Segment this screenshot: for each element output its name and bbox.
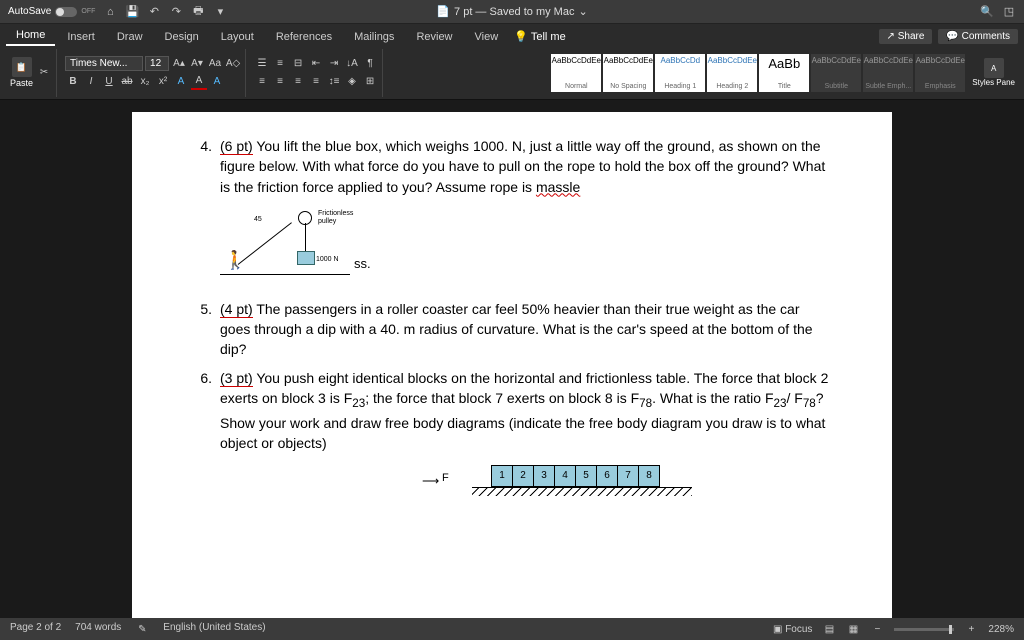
tab-layout[interactable]: Layout (211, 27, 264, 46)
share-button[interactable]: ↗ Share (879, 29, 933, 44)
clear-format-icon[interactable]: A◇ (225, 56, 241, 72)
paste-label: Paste (10, 78, 33, 88)
align-right-button[interactable]: ≡ (290, 74, 306, 90)
redo-icon[interactable]: ↷ (169, 5, 183, 19)
sort-button[interactable]: ↓A (344, 56, 360, 72)
numbering-button[interactable]: ≡ (272, 56, 288, 72)
decrease-indent-button[interactable]: ⇤ (308, 56, 324, 72)
save-icon[interactable]: 💾 (125, 5, 139, 19)
font-color-button[interactable]: A (191, 74, 207, 90)
text-effects-button[interactable]: A (209, 74, 225, 90)
status-words[interactable]: 704 words (75, 622, 121, 636)
justify-button[interactable]: ≡ (308, 74, 324, 90)
autosave-toggle[interactable] (55, 7, 77, 17)
search-icon[interactable]: 🔍 (980, 5, 994, 19)
tab-mailings[interactable]: Mailings (344, 27, 404, 46)
styles-pane-button[interactable]: A Styles Pane (969, 58, 1018, 87)
strike-button[interactable]: ab (119, 74, 135, 90)
tab-view[interactable]: View (465, 27, 509, 46)
tab-review[interactable]: Review (406, 27, 462, 46)
undo-icon[interactable]: ↶ (147, 5, 161, 19)
tab-insert[interactable]: Insert (57, 27, 105, 46)
q6-number: 6. (192, 368, 220, 454)
q5-number: 5. (192, 299, 220, 360)
home-icon[interactable]: ⌂ (103, 5, 117, 19)
styles-pane-label: Styles Pane (972, 78, 1015, 87)
tab-design[interactable]: Design (155, 27, 209, 46)
print-icon[interactable]: 🖶 (191, 5, 205, 19)
tab-references[interactable]: References (266, 27, 342, 46)
increase-indent-button[interactable]: ⇥ (326, 56, 342, 72)
q6-text: (3 pt) You push eight identical blocks o… (220, 368, 832, 454)
styles-gallery[interactable]: AaBbCcDdEeNormal AaBbCcDdEeNo Spacing Aa… (551, 54, 965, 92)
person-icon: 🚶 (224, 247, 246, 273)
style-emphasis[interactable]: AaBbCcDdEeEmphasis (915, 54, 965, 92)
zoom-level[interactable]: 228% (988, 624, 1014, 635)
tab-home[interactable]: Home (6, 25, 55, 46)
q6-figure: ⟶ F 12345678 (472, 465, 732, 509)
q5-text: (4 pt) The passengers in a roller coaste… (220, 299, 832, 360)
print-layout-icon[interactable]: ▤ (822, 622, 836, 636)
clipboard-icon: 📋 (12, 57, 32, 77)
zoom-in-icon[interactable]: + (964, 622, 978, 636)
tab-draw[interactable]: Draw (107, 27, 153, 46)
style-nospacing[interactable]: AaBbCcDdEeNo Spacing (603, 54, 653, 92)
highlight-button[interactable]: A (173, 74, 189, 90)
format-painter-icon[interactable]: ✂ (36, 65, 52, 81)
change-case-icon[interactable]: Aa (207, 56, 223, 72)
comments-button[interactable]: 💬 Comments (938, 29, 1018, 44)
styles-pane-icon: A (984, 58, 1004, 78)
borders-button[interactable]: ⊞ (362, 74, 378, 90)
focus-mode-button[interactable]: ▣ Focus (773, 624, 812, 635)
style-subtitle[interactable]: AaBbCcDdEeSubtitle (811, 54, 861, 92)
status-language[interactable]: English (United States) (163, 622, 265, 636)
style-subtle-emph[interactable]: AaBbCcDdEeSubtle Emph... (863, 54, 913, 92)
status-page[interactable]: Page 2 of 2 (10, 622, 61, 636)
bullets-button[interactable]: ☰ (254, 56, 270, 72)
style-heading1[interactable]: AaBbCcDdHeading 1 (655, 54, 705, 92)
multilevel-button[interactable]: ⊟ (290, 56, 306, 72)
line-spacing-button[interactable]: ↕≡ (326, 74, 342, 90)
doc-title-text: 7 pt — Saved to my Mac (454, 6, 574, 18)
doc-chevron-icon[interactable]: ⌄ (578, 5, 587, 18)
autosave-state: OFF (81, 8, 95, 15)
web-layout-icon[interactable]: ▦ (846, 622, 860, 636)
paste-button[interactable]: 📋 Paste (10, 57, 33, 88)
word-icon: 📄 (436, 5, 450, 18)
arrow-icon: ⟶ (422, 473, 439, 490)
style-heading2[interactable]: AaBbCcDdEeHeading 2 (707, 54, 757, 92)
show-marks-button[interactable]: ¶ (362, 56, 378, 72)
shading-button[interactable]: ◈ (344, 74, 360, 90)
font-name-select[interactable]: Times New... (65, 56, 143, 71)
zoom-out-icon[interactable]: − (870, 622, 884, 636)
underline-button[interactable]: U (101, 74, 117, 90)
ribbon-options-icon[interactable]: ◳ (1002, 5, 1016, 19)
style-normal[interactable]: AaBbCcDdEeNormal (551, 54, 601, 92)
align-center-button[interactable]: ≡ (272, 74, 288, 90)
tell-me-label: Tell me (531, 31, 566, 43)
document-title[interactable]: 📄 7 pt — Saved to my Mac ⌄ (436, 5, 587, 18)
comments-label: Comments (962, 31, 1010, 42)
subscript-button[interactable]: x₂ (137, 74, 153, 90)
zoom-slider[interactable] (894, 628, 954, 631)
bulb-icon: 💡 (514, 30, 528, 43)
chevron-down-icon[interactable]: ▾ (213, 5, 227, 19)
q4-text: (6 pt) You lift the blue box, which weig… (220, 136, 832, 197)
decrease-font-icon[interactable]: A▾ (189, 56, 205, 72)
style-title[interactable]: AaBbTitle (759, 54, 809, 92)
italic-button[interactable]: I (83, 74, 99, 90)
align-left-button[interactable]: ≡ (254, 74, 270, 90)
font-size-select[interactable]: 12 (145, 56, 169, 71)
autosave-label: AutoSave (8, 6, 51, 17)
bold-button[interactable]: B (65, 74, 81, 90)
q4-number: 4. (192, 136, 220, 197)
increase-font-icon[interactable]: A▴ (171, 56, 187, 72)
share-label: Share (898, 31, 925, 42)
tell-me[interactable]: 💡Tell me (514, 30, 566, 46)
spellcheck-icon[interactable]: ✎ (135, 622, 149, 636)
q4-figure: 45 Frictionless pulley 1000 N 🚶 ss. (220, 205, 390, 277)
superscript-button[interactable]: x² (155, 74, 171, 90)
document-page[interactable]: 4. (6 pt) You lift the blue box, which w… (132, 112, 892, 622)
